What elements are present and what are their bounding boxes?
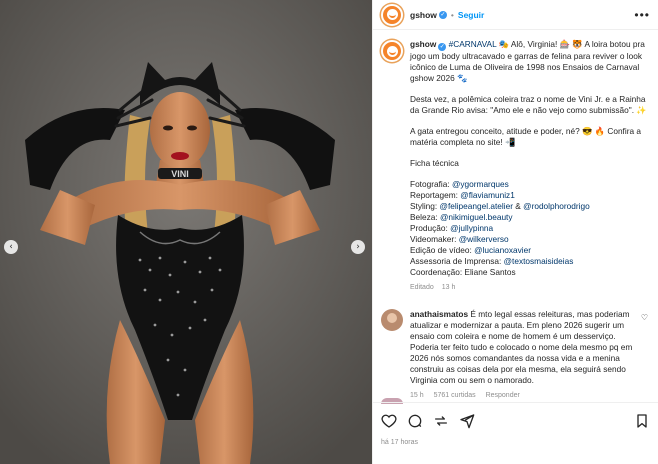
handle-link[interactable]: @flaviamuniz1 [460,190,515,200]
chevron-right-icon: › [356,242,360,252]
heart-icon[interactable]: ♡ [641,313,648,322]
credit-line: Reportagem: @flaviamuniz1 [410,190,515,200]
caption-para3: A gata entregou conceito, atitude e pode… [410,126,641,147]
heart-icon[interactable] [381,413,397,429]
share-icon[interactable] [459,413,475,429]
credit-line: Assessoria de Imprensa: @textosmaisideia… [410,256,574,266]
edited-label: Editado [410,284,434,291]
verified-badge-icon: ✓ [438,43,447,51]
ficha-title: Ficha técnica [410,158,459,168]
caption-line1: 🎭 Alô, Virginia! 🎰 🐯 A loira botou pra j… [410,39,645,83]
credit-line: Edição de vídeo: @lucianoxavier [410,245,531,255]
caption-meta: Editado 13 h [410,282,650,293]
handle-link[interactable]: @lucianoxavier [474,245,531,255]
caption-body: gshow ✓ #CARNAVAL 🎭 Alô, Virginia! 🎰 🐯 A … [410,39,650,293]
prev-photo-button[interactable]: ‹ [4,240,18,254]
comment-item: anathaismatos É mto legal essas releitur… [381,309,650,401]
credit-line: Fotografia: @ygormarques [410,179,509,189]
chevron-left-icon: ‹ [9,242,13,252]
caption: gshow ✓ #CARNAVAL 🎭 Alô, Virginia! 🎰 🐯 A … [381,39,650,293]
handle-link[interactable]: @textosmaisideias [504,256,574,266]
handle-link[interactable]: @jullypinna [450,223,493,233]
comment-time[interactable]: 15 h [410,392,424,399]
separator-dot: • [450,9,454,20]
avatar[interactable] [381,3,403,26]
credit-line: Produção: @jullypinna [410,223,494,233]
post-photo: VINI [0,0,372,464]
comment-username[interactable]: anathaismatos [410,309,468,319]
comment-meta: 15 h 5761 curtidas Responder [410,390,636,401]
more-horizontal-icon[interactable]: ••• [634,8,650,22]
avatar[interactable] [381,309,403,331]
comment-text: É mto legal essas releituras, mas poderi… [410,309,633,385]
handle-link[interactable]: @rodolphorodrigo [523,201,590,211]
comments-area[interactable]: gshow ✓ #CARNAVAL 🎭 Alô, Virginia! 🎰 🐯 A … [373,31,658,401]
handle-link[interactable]: @ygormarques [452,179,509,189]
choker-text: VINI [171,169,189,179]
caption-username[interactable]: gshow [410,39,436,49]
credit-line: Videomaker: @wilkerverso [410,234,509,244]
handle-link[interactable]: @wilkerverso [459,234,509,244]
caption-para2: Desta vez, a polêmica coleira traz o nom… [410,94,647,115]
credit-line: Beleza: @nikimiguel.beauty [410,212,513,222]
handle-link[interactable]: @nikimiguel.beauty [440,212,513,222]
gshow-logo-icon [386,9,398,20]
credit-line: Styling: @felipeangel.atelier & @rodolph… [410,201,590,211]
post-sidebar: gshow ✓ • Seguir ••• gshow ✓ #CARNAVAL 🎭 … [372,0,658,464]
next-photo-button[interactable]: › [351,240,365,254]
handle-link[interactable]: @felipeangel.atelier [440,201,513,211]
post-timestamp[interactable]: há 17 horas [381,439,650,446]
post-header: gshow ✓ • Seguir ••• [373,0,658,30]
credit-line: Coordenação: Eliane Santos [410,267,516,277]
caption-time[interactable]: 13 h [442,284,456,291]
bookmark-icon[interactable] [634,413,650,429]
repost-icon[interactable] [433,413,449,429]
reply-button[interactable]: Responder [486,392,520,399]
verified-badge-icon: ✓ [438,10,447,19]
post-media[interactable]: VINI ‹ › [0,0,372,464]
comment-icon[interactable] [407,413,423,429]
post-actions: há 17 horas [373,402,658,464]
header-username[interactable]: gshow [410,10,437,20]
comment-likes[interactable]: 5761 curtidas [434,392,476,399]
gshow-logo-icon [386,45,398,57]
avatar[interactable] [381,40,403,62]
credits-list: Fotografia: @ygormarques Reportagem: @fl… [410,179,650,278]
comment-body: anathaismatos É mto legal essas releitur… [410,309,650,401]
follow-button[interactable]: Seguir [458,10,484,20]
hashtag-link[interactable]: #CARNAVAL [449,39,497,49]
